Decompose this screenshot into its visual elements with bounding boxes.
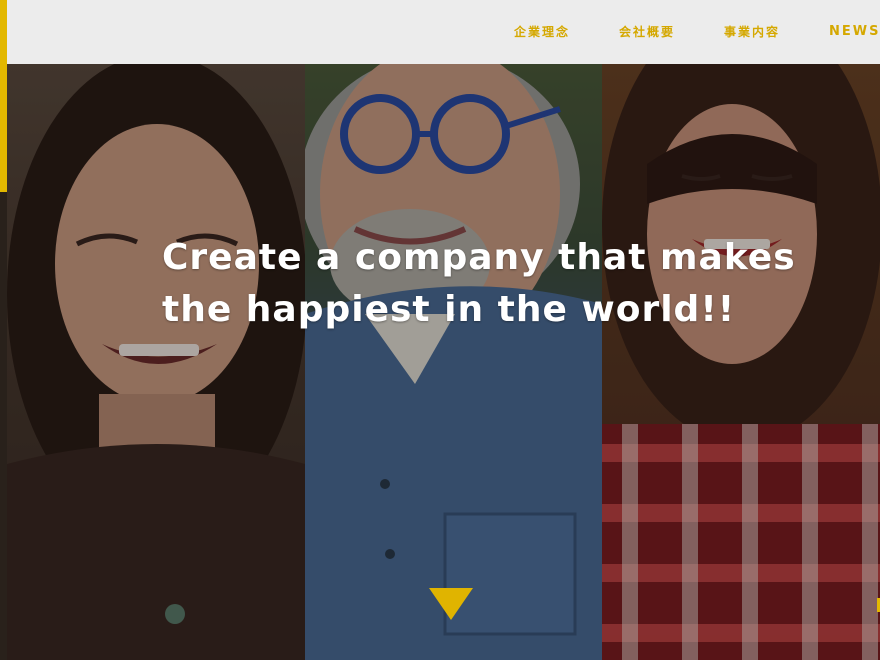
nav-item-philosophy[interactable]: 企業理念 xyxy=(514,22,570,42)
accent-bar xyxy=(0,0,7,192)
scroll-down-arrow-icon[interactable] xyxy=(429,588,473,620)
nav-item-news[interactable]: NEWS xyxy=(829,22,880,42)
hero-headline-line-2: the happiest in the world!! xyxy=(162,289,736,330)
nav-item-business[interactable]: 事業内容 xyxy=(724,22,780,42)
site-header: 企業理念 会社概要 事業内容 NEWS xyxy=(0,0,880,64)
hero-section xyxy=(0,64,880,660)
hero-headline-line-1: Create a company that makes xyxy=(162,237,796,278)
main-nav: 企業理念 会社概要 事業内容 NEWS xyxy=(0,0,880,64)
hero-dark-overlay xyxy=(0,64,880,660)
nav-item-company-profile[interactable]: 会社概要 xyxy=(619,22,675,42)
hero-headline: Create a company that makes the happiest… xyxy=(162,232,802,336)
